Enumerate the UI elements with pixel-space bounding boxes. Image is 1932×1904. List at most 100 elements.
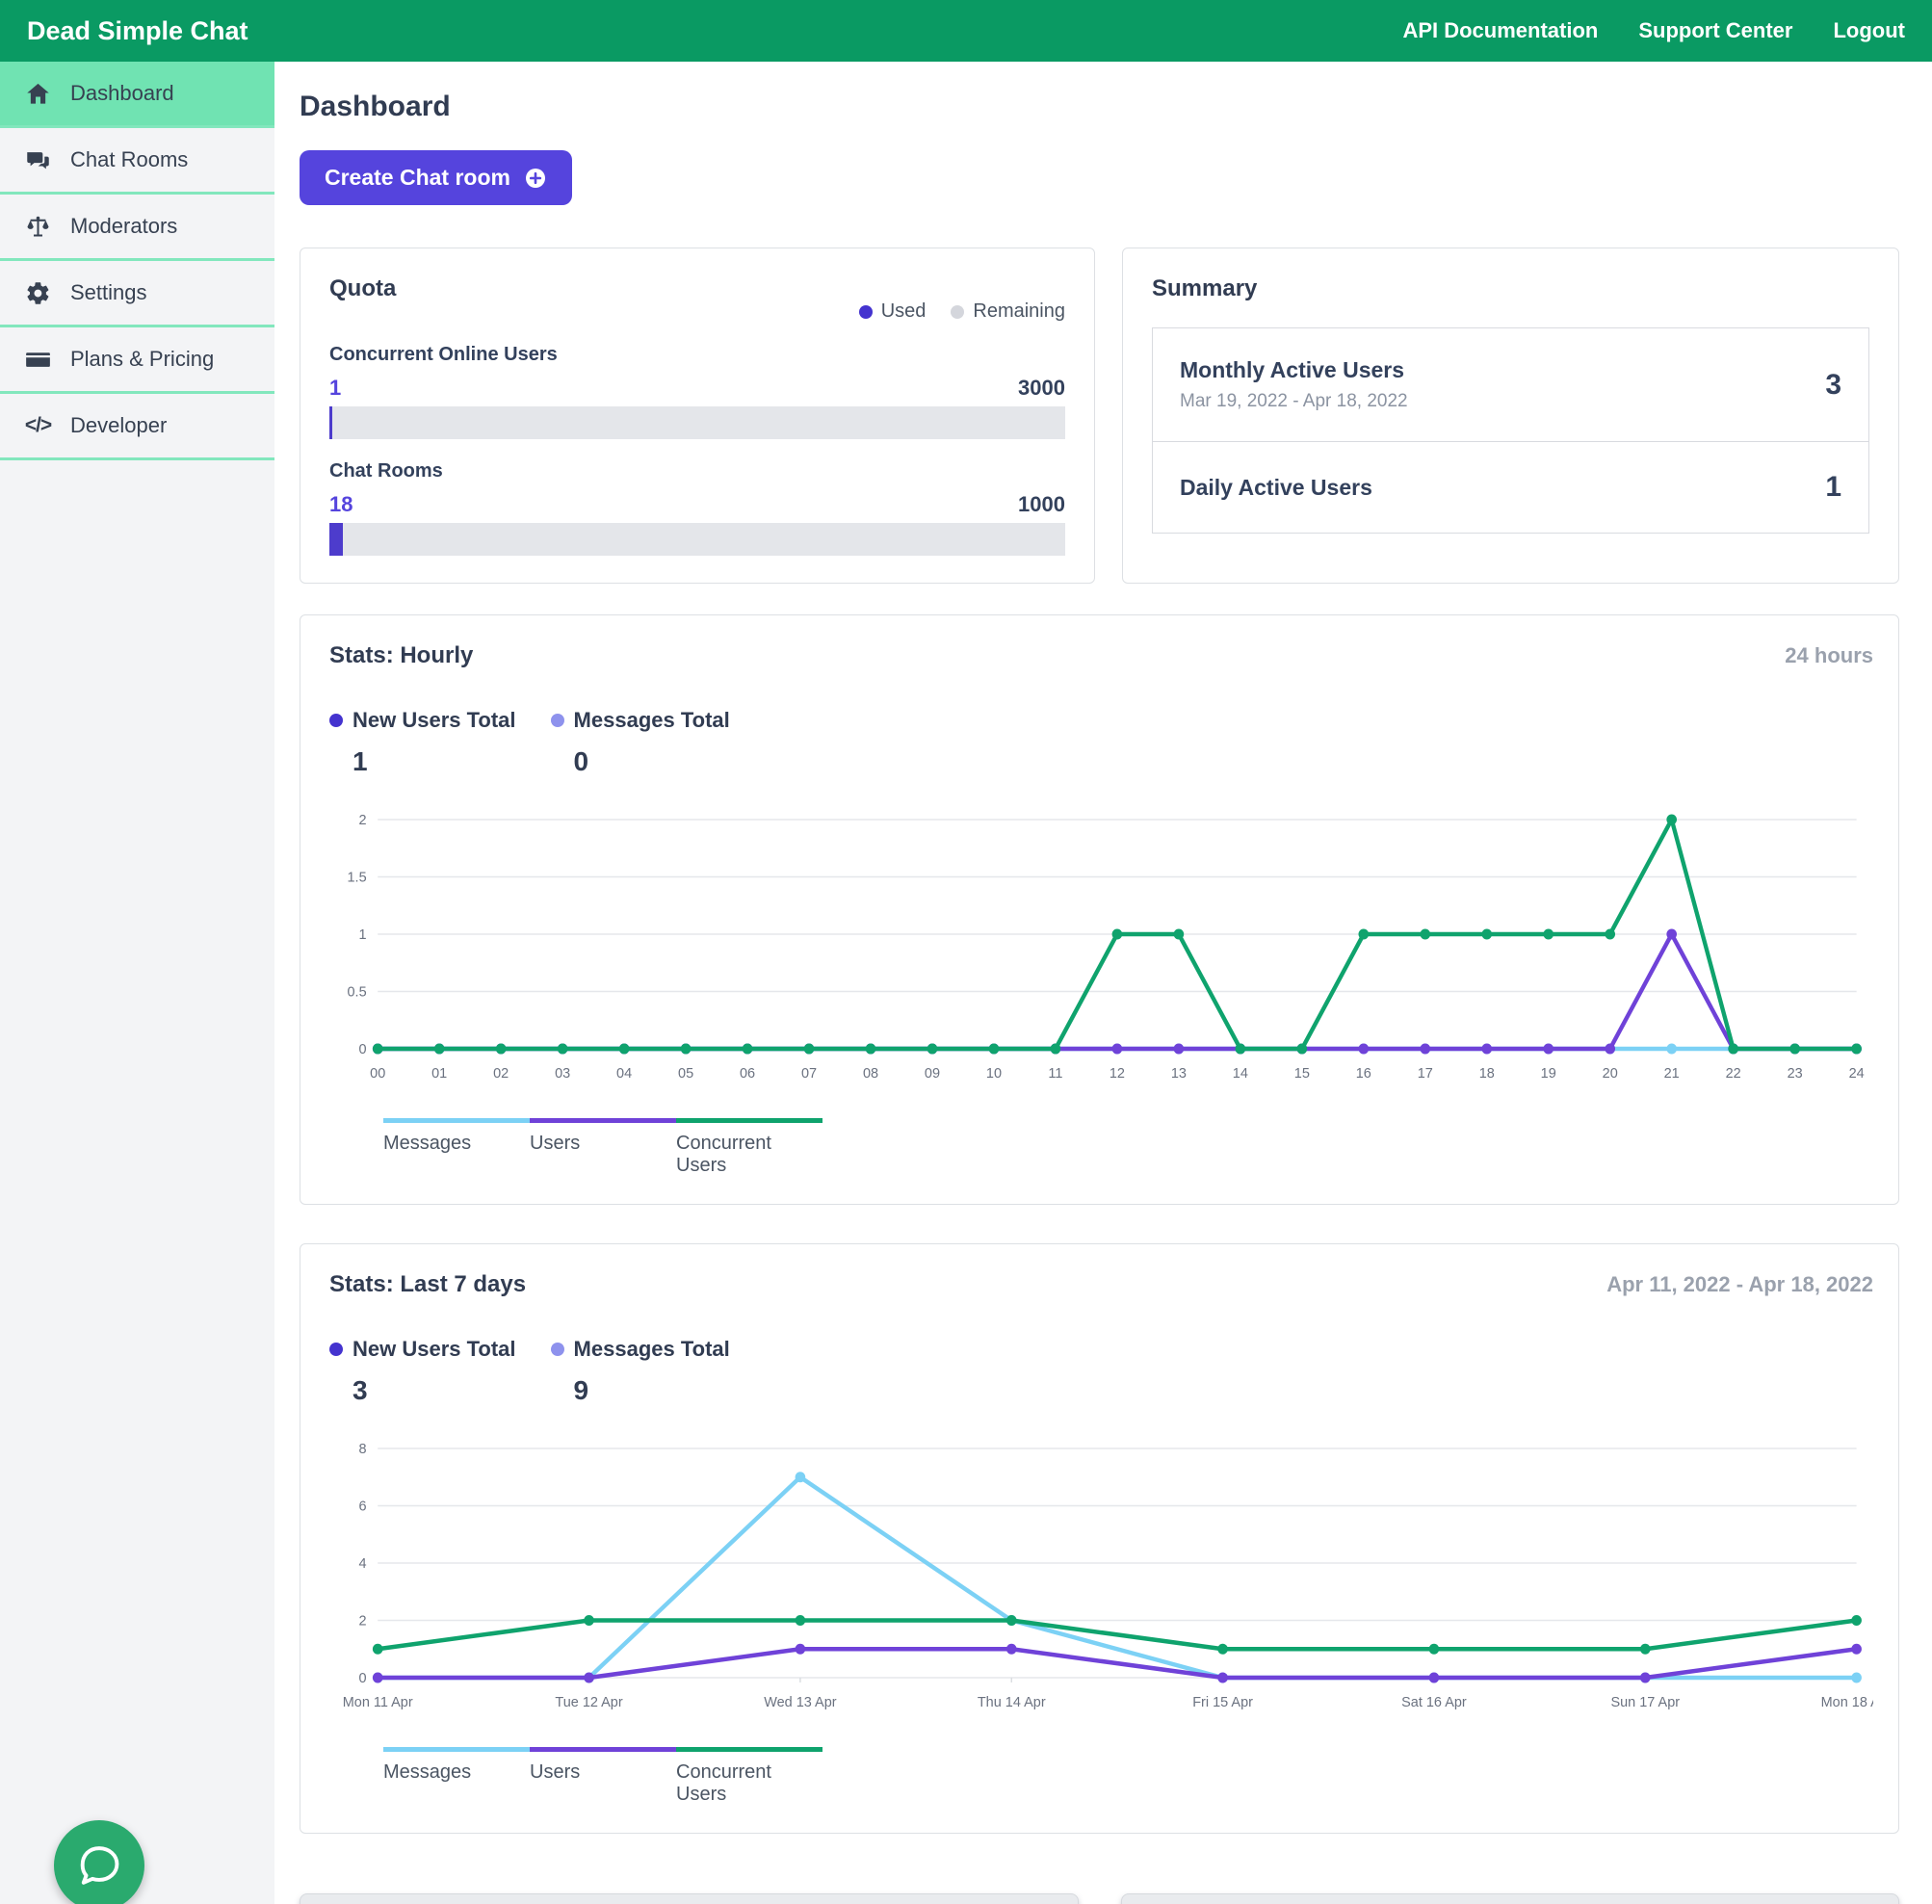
code-icon: </> (25, 413, 51, 439)
svg-text:8: 8 (359, 1442, 367, 1457)
sidebar-item-label: Plans & Pricing (70, 347, 214, 372)
total-label: New Users Total (352, 708, 516, 733)
svg-text:24: 24 (1849, 1066, 1865, 1082)
sidebar-item-label: Moderators (70, 214, 177, 239)
quota-total-value: 1000 (1018, 492, 1065, 517)
main-content: Dashboard Create Chat room Quota Used Re… (274, 62, 1932, 1904)
quota-title: Quota (329, 275, 396, 302)
svg-text:11: 11 (1048, 1066, 1062, 1082)
svg-text:2: 2 (359, 1613, 367, 1629)
sidebar-item-label: Dashboard (70, 81, 174, 106)
svg-text:19: 19 (1541, 1066, 1556, 1082)
svg-text:18: 18 (1479, 1066, 1495, 1082)
summary-card: Summary Monthly Active Users Mar 19, 202… (1122, 248, 1899, 584)
svg-text:1.5: 1.5 (348, 870, 367, 885)
page-title: Dashboard (300, 91, 1899, 123)
svg-text:0: 0 (359, 1671, 367, 1686)
svg-text:02: 02 (493, 1066, 509, 1082)
nav-link-support-center[interactable]: Support Center (1638, 18, 1792, 43)
svg-text:13: 13 (1171, 1066, 1187, 1082)
new-users-dot (329, 714, 343, 727)
total-value: 0 (574, 746, 730, 777)
svg-text:Mon 11 Apr: Mon 11 Apr (343, 1695, 413, 1710)
chat-bubble-icon (74, 1840, 124, 1891)
svg-text:Thu 14 Apr: Thu 14 Apr (978, 1695, 1046, 1710)
plus-circle-icon (524, 167, 547, 190)
used-remaining-legend: Used Remaining (859, 300, 1065, 323)
sidebar-item-label: Chat Rooms (70, 147, 188, 172)
total-value: 1 (352, 746, 516, 777)
svg-text:06: 06 (740, 1066, 755, 1082)
quota-used-value: 1 (329, 376, 341, 401)
svg-text:2: 2 (359, 813, 367, 828)
svg-text:00: 00 (370, 1066, 385, 1082)
svg-text:21: 21 (1664, 1066, 1680, 1082)
legend-messages: Messages (383, 1747, 530, 1806)
summary-row-value: 3 (1825, 369, 1841, 402)
sidebar-item-dashboard[interactable]: Dashboard (0, 62, 274, 128)
total-label: Messages Total (574, 1337, 730, 1362)
used-label: Used (881, 300, 927, 323)
svg-text:Sat 16 Apr: Sat 16 Apr (1401, 1695, 1467, 1710)
nav-link-logout[interactable]: Logout (1833, 18, 1905, 43)
legend-concurrent-users: Concurrent Users (676, 1747, 822, 1806)
chat-widget-button[interactable] (54, 1820, 144, 1904)
sidebar-item-developer[interactable]: </> Developer (0, 394, 274, 460)
remaining-label: Remaining (973, 300, 1065, 323)
svg-text:1: 1 (359, 927, 367, 943)
sidebar-item-label: Developer (70, 413, 167, 438)
svg-text:Wed 13 Apr: Wed 13 Apr (764, 1695, 836, 1710)
stats-hourly-title: Stats: Hourly (329, 642, 473, 669)
messages-total-dot (551, 714, 564, 727)
nav-link-api-documentation[interactable]: API Documentation (1402, 18, 1598, 43)
svg-text:0.5: 0.5 (348, 984, 367, 1000)
navbar-links: API Documentation Support Center Logout (1402, 18, 1905, 43)
svg-text:09: 09 (925, 1066, 940, 1082)
new-users-dot (329, 1343, 343, 1356)
total-messages: Messages Total 9 (551, 1337, 730, 1406)
brand-title: Dead Simple Chat (27, 16, 248, 46)
legend-users: Users (530, 1747, 676, 1806)
sidebar-item-moderators[interactable]: Moderators (0, 195, 274, 261)
home-icon (25, 81, 51, 107)
svg-text:Fri 15 Apr: Fri 15 Apr (1192, 1695, 1253, 1710)
hourly-chart-svg: 00.511.520001020304050607080910111213141… (329, 804, 1873, 1093)
summary-row-daterange: Mar 19, 2022 - Apr 18, 2022 (1180, 391, 1408, 412)
summary-list: Monthly Active Users Mar 19, 2022 - Apr … (1152, 327, 1869, 534)
total-messages: Messages Total 0 (551, 708, 730, 777)
stats-weekly-daterange: Apr 11, 2022 - Apr 18, 2022 (1606, 1272, 1873, 1297)
sidebar-item-settings[interactable]: Settings (0, 261, 274, 327)
create-chat-room-button[interactable]: Create Chat room (300, 150, 572, 205)
stats-weekly-title: Stats: Last 7 days (329, 1271, 526, 1298)
top-navbar: Dead Simple Chat API Documentation Suppo… (0, 0, 1932, 62)
progress-fill (329, 523, 343, 556)
svg-text:20: 20 (1603, 1066, 1618, 1082)
legend-users: Users (530, 1118, 676, 1177)
svg-text:14: 14 (1233, 1066, 1248, 1082)
total-label: New Users Total (352, 1337, 516, 1362)
total-label: Messages Total (574, 708, 730, 733)
stats-hourly-period: 24 hours (1785, 643, 1873, 668)
sidebar: Dashboard Chat Rooms Moderators Settings… (0, 62, 274, 1904)
svg-text:03: 03 (555, 1066, 570, 1082)
summary-row-value: 1 (1825, 471, 1841, 504)
svg-text:Mon 18 Apr: Mon 18 Apr (1821, 1695, 1873, 1710)
legend-messages: Messages (383, 1118, 530, 1177)
total-new-users: New Users Total 3 (329, 1337, 516, 1406)
progress-track (329, 523, 1065, 556)
sidebar-item-label: Settings (70, 280, 147, 305)
svg-text:05: 05 (678, 1066, 693, 1082)
quota-total-value: 3000 (1018, 376, 1065, 401)
messages-total-dot (551, 1343, 564, 1356)
total-value: 9 (574, 1375, 730, 1406)
quota-bar-label: Concurrent Online Users (329, 344, 1065, 366)
svg-text:23: 23 (1788, 1066, 1803, 1082)
svg-text:Tue 12 Apr: Tue 12 Apr (555, 1695, 622, 1710)
quota-card: Quota Used Remaining Concurrent Online U… (300, 248, 1095, 584)
total-value: 3 (352, 1375, 516, 1406)
legend-concurrent-users: Concurrent Users (676, 1118, 822, 1177)
quota-used-value: 18 (329, 492, 352, 517)
sidebar-item-plans-pricing[interactable]: Plans & Pricing (0, 327, 274, 394)
svg-text:01: 01 (431, 1066, 447, 1082)
sidebar-item-chat-rooms[interactable]: Chat Rooms (0, 128, 274, 195)
